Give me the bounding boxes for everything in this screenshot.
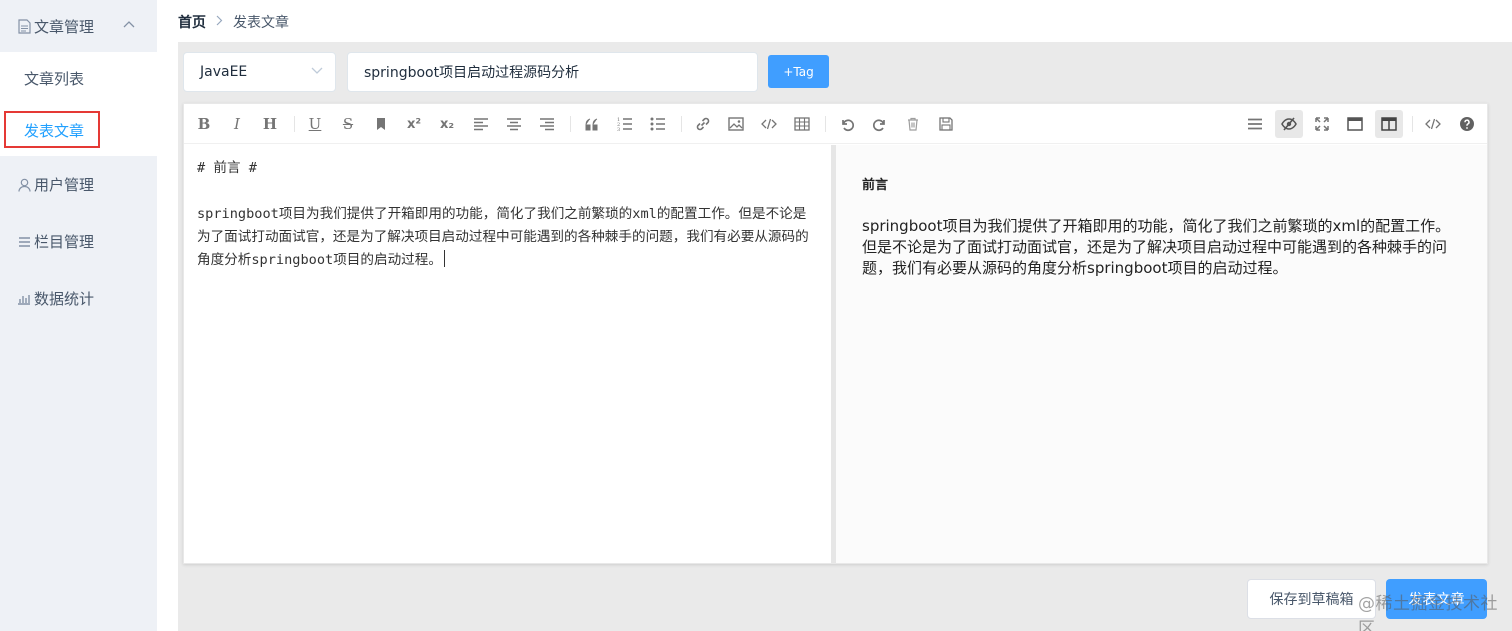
- ordered-list-icon[interactable]: 123: [611, 110, 639, 138]
- breadcrumb-home[interactable]: 首页: [178, 12, 206, 32]
- superscript-icon[interactable]: x²: [400, 110, 428, 138]
- markdown-heading: # 前言 #: [197, 160, 257, 176]
- markdown-body: springboot项目为我们提供了开箱即用的功能，简化了我们之前繁琐的xml的…: [197, 206, 809, 268]
- main-area: 首页 发表文章 JavaEE +Tag B I H U S: [157, 0, 1512, 631]
- image-icon[interactable]: [722, 110, 750, 138]
- link-icon[interactable]: [689, 110, 717, 138]
- sidebar-item-column-management[interactable]: 栏目管理: [0, 213, 157, 270]
- heading-icon[interactable]: H: [256, 110, 284, 138]
- redo-icon[interactable]: [866, 110, 894, 138]
- preview-body: springboot项目为我们提供了开箱即用的功能，简化了我们之前繁琐的xml的…: [862, 217, 1451, 277]
- menu-article-management-label: 文章管理: [34, 17, 95, 36]
- content-panel: JavaEE +Tag B I H U S x² x₂: [178, 42, 1512, 631]
- svg-text:3: 3: [617, 127, 620, 132]
- trash-icon[interactable]: [899, 110, 927, 138]
- sidebar-item-statistics-label: 数据统计: [34, 290, 95, 308]
- editor-toolbar: B I H U S x² x₂ 1 2 3: [184, 104, 1487, 144]
- window-icon[interactable]: [1341, 110, 1369, 138]
- sidebar-item-statistics[interactable]: 数据统计: [0, 270, 157, 327]
- list-icon: [16, 236, 32, 248]
- title-input[interactable]: [347, 52, 758, 92]
- breadcrumb-chevron-icon: [216, 15, 223, 29]
- quote-icon[interactable]: [578, 110, 606, 138]
- align-left-icon[interactable]: [467, 110, 495, 138]
- fullscreen-icon[interactable]: [1308, 110, 1336, 138]
- help-icon[interactable]: [1453, 110, 1481, 138]
- add-tag-button[interactable]: +Tag: [768, 55, 829, 88]
- mark-icon[interactable]: [367, 110, 395, 138]
- sidebar-item-article-list-label: 文章列表: [24, 69, 85, 88]
- sidebar-item-publish-article[interactable]: 发表文章: [0, 104, 157, 156]
- category-select[interactable]: JavaEE: [183, 52, 336, 92]
- markdown-editor: B I H U S x² x₂ 1 2 3 # 前言 # springboot项…: [183, 103, 1488, 564]
- toolbar-separator: [1412, 116, 1413, 132]
- article-submenu: 文章列表 发表文章: [0, 52, 157, 156]
- markdown-input-pane[interactable]: # 前言 # springboot项目为我们提供了开箱即用的功能，简化了我们之前…: [184, 145, 831, 563]
- sidebar: 文章管理 文章列表 发表文章 用户管理 栏目管理 数据统计: [0, 0, 157, 631]
- unordered-list-icon[interactable]: [644, 110, 672, 138]
- text-caret: [443, 250, 445, 267]
- align-center-icon[interactable]: [500, 110, 528, 138]
- undo-icon[interactable]: [833, 110, 861, 138]
- save-icon[interactable]: [932, 110, 960, 138]
- menu-icon[interactable]: [1241, 110, 1269, 138]
- bar-chart-icon: [16, 293, 32, 305]
- bold-icon[interactable]: B: [190, 110, 218, 138]
- category-select-value: JavaEE: [200, 64, 248, 80]
- breadcrumb: 首页 发表文章: [178, 12, 289, 32]
- toolbar-separator: [294, 116, 295, 132]
- chevron-down-icon: [311, 65, 323, 78]
- user-icon: [16, 178, 32, 192]
- preview-pane: 前言 springboot项目为我们提供了开箱即用的功能，简化了我们之前繁琐的x…: [836, 145, 1487, 563]
- strikethrough-icon[interactable]: S: [334, 110, 362, 138]
- publish-button[interactable]: 发表文章: [1386, 579, 1487, 619]
- html-code-icon[interactable]: [1419, 110, 1447, 138]
- toolbar-separator: [681, 116, 682, 132]
- toolbar-separator: [825, 116, 826, 132]
- sidebar-item-user-management[interactable]: 用户管理: [0, 156, 157, 213]
- sidebar-item-column-management-label: 栏目管理: [34, 233, 95, 251]
- toolbar-separator: [570, 116, 571, 132]
- breadcrumb-current: 发表文章: [233, 15, 289, 31]
- underline-icon[interactable]: U: [301, 110, 329, 138]
- split-view-icon[interactable]: [1375, 110, 1403, 138]
- table-icon[interactable]: [788, 110, 816, 138]
- italic-icon[interactable]: I: [223, 110, 251, 138]
- subscript-icon[interactable]: x₂: [433, 110, 461, 138]
- code-icon[interactable]: [755, 110, 783, 138]
- highlight-box: [4, 111, 100, 148]
- document-icon: [16, 18, 32, 34]
- chevron-up-icon: [123, 18, 135, 31]
- align-right-icon[interactable]: [533, 110, 561, 138]
- preview-toggle-icon[interactable]: [1275, 110, 1303, 138]
- sidebar-item-user-management-label: 用户管理: [34, 176, 95, 194]
- preview-heading: 前言: [862, 178, 889, 193]
- save-draft-button[interactable]: 保存到草稿箱: [1247, 579, 1376, 619]
- menu-article-management[interactable]: 文章管理: [0, 0, 157, 52]
- sidebar-item-article-list[interactable]: 文章列表: [0, 52, 157, 104]
